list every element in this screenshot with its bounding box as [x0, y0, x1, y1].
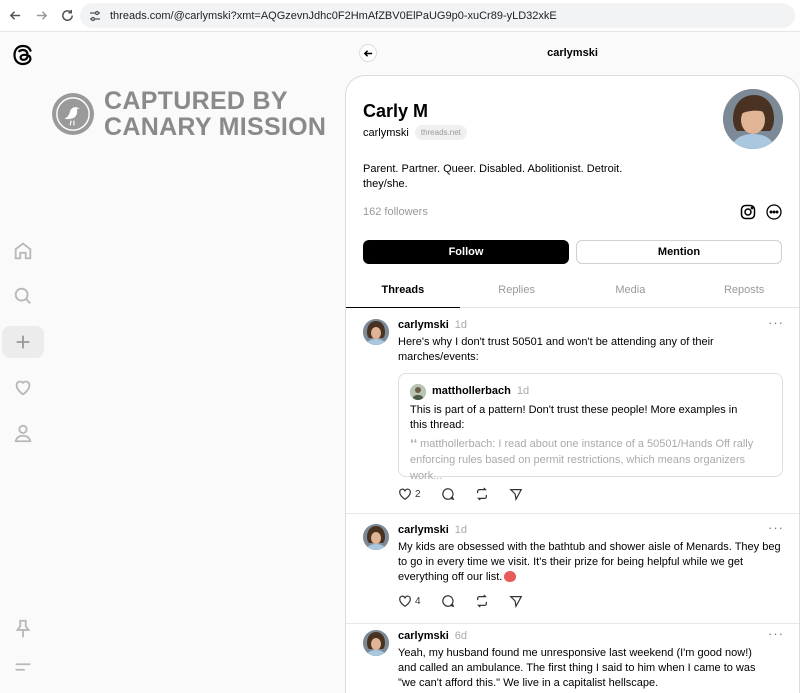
- repost-button[interactable]: [475, 594, 489, 608]
- search-icon[interactable]: [10, 283, 36, 309]
- more-options-icon[interactable]: [766, 204, 782, 220]
- site-settings-icon[interactable]: [88, 9, 102, 23]
- post-username-text[interactable]: carlymski: [398, 319, 449, 331]
- threads-logo-icon[interactable]: [10, 42, 36, 68]
- post-avatar[interactable]: [363, 630, 389, 656]
- thread-post[interactable]: carlymski 1d ··· My kids are obsessed wit…: [346, 520, 799, 624]
- reply-button[interactable]: [441, 487, 455, 501]
- post-text: My kids are obsessed with the bathtub an…: [398, 540, 783, 585]
- follow-button[interactable]: Follow: [363, 240, 569, 264]
- heart-icon[interactable]: [10, 374, 36, 400]
- post-username[interactable]: carlymski 1d: [398, 319, 467, 331]
- post-more-icon[interactable]: ···: [768, 315, 784, 330]
- profile-handle-row: carlymski threads.net: [363, 125, 467, 140]
- profile-handle: carlymski: [363, 126, 409, 139]
- thread-post[interactable]: carlymski 6d ··· Yeah, my husband found m…: [346, 626, 799, 693]
- profile-name: Carly M: [363, 101, 429, 121]
- heart-icon: [399, 488, 411, 500]
- quoted-post-username[interactable]: matthollerbach 1d: [432, 385, 529, 397]
- post-text-body: My kids are obsessed with the bathtub an…: [398, 541, 781, 583]
- post-username[interactable]: carlymski 6d: [398, 630, 467, 642]
- heart-icon: [399, 595, 411, 607]
- share-button[interactable]: [508, 594, 523, 608]
- post-username-text[interactable]: carlymski: [398, 524, 449, 536]
- create-post-button[interactable]: [2, 326, 44, 358]
- threads-net-chip[interactable]: threads.net: [414, 125, 467, 140]
- pin-icon[interactable]: [10, 616, 36, 642]
- post-text: Here's why I don't trust 50501 and won't…: [398, 336, 714, 363]
- url-text: threads.com/@carlymski?xmt=AQGzevnJdhc0F…: [110, 9, 557, 22]
- like-button[interactable]: 4: [398, 594, 421, 608]
- send-icon: [508, 489, 522, 501]
- quoted-post-avatar[interactable]: [410, 384, 426, 400]
- post-more-icon[interactable]: ···: [768, 520, 784, 535]
- reply-button[interactable]: [441, 594, 455, 608]
- reload-icon[interactable]: [54, 3, 80, 29]
- send-icon: [508, 596, 522, 608]
- quoted-username-text[interactable]: matthollerbach: [432, 385, 511, 397]
- post-avatar[interactable]: [363, 524, 389, 550]
- tab-reposts[interactable]: Reposts: [687, 278, 799, 307]
- share-button[interactable]: [508, 487, 523, 501]
- profile-icon[interactable]: [10, 420, 36, 446]
- thread-post[interactable]: carlymski 1d ··· Here's why I don't trust…: [346, 315, 799, 514]
- header-username: carlymski: [547, 47, 598, 59]
- like-count: 2: [415, 488, 421, 500]
- browser-toolbar: threads.com/@carlymski?xmt=AQGzevnJdhc0F…: [0, 0, 800, 32]
- post-username[interactable]: carlymski 1d: [398, 524, 467, 536]
- back-arrow-icon[interactable]: [2, 3, 28, 29]
- tab-threads[interactable]: Threads: [346, 278, 460, 308]
- watermark-line-2: CANARY MISSION: [104, 113, 327, 141]
- watermark-text: CAPTURED BY CANARY MISSION: [104, 88, 326, 140]
- left-navigation-rail: [0, 32, 50, 693]
- plus-icon: [16, 335, 30, 349]
- quoted-post-text: This is part of a pattern! Don't trust t…: [410, 404, 738, 431]
- followers-count[interactable]: 162 followers: [363, 206, 428, 218]
- post-timestamp: 6d: [454, 630, 468, 642]
- repost-button[interactable]: [475, 487, 489, 501]
- post-actions: 2: [398, 487, 543, 501]
- repost-icon: [476, 487, 487, 501]
- watermark-line-1: CAPTURED BY: [104, 87, 288, 115]
- menu-icon[interactable]: [10, 654, 36, 680]
- forward-arrow-icon[interactable]: [28, 3, 54, 29]
- like-count: 4: [415, 595, 421, 607]
- quoted-post-reply-preview: ❛❛ matthollerbach: I read about one inst…: [410, 438, 754, 482]
- profile-avatar[interactable]: [723, 89, 783, 149]
- bio-line-2: they/she.: [363, 178, 408, 190]
- post-more-icon[interactable]: ···: [768, 626, 784, 641]
- post-actions: 4: [398, 594, 543, 608]
- quoted-post[interactable]: matthollerbach 1d This is part of a patte…: [398, 373, 783, 482]
- profile-panel: Carly M carlymski threads.net Parent. Pa…: [345, 75, 800, 693]
- bio-line-1: Parent. Partner. Queer. Disabled. Abolit…: [363, 163, 623, 175]
- tab-replies[interactable]: Replies: [460, 278, 574, 307]
- tab-media[interactable]: Media: [574, 278, 688, 307]
- mention-button[interactable]: Mention: [576, 240, 782, 264]
- emoji-icon: [504, 571, 517, 582]
- address-bar[interactable]: threads.com/@carlymski?xmt=AQGzevnJdhc0F…: [80, 3, 795, 28]
- home-icon[interactable]: [10, 238, 36, 264]
- profile-tabs: Threads Replies Media Reposts: [346, 278, 799, 308]
- canary-mission-watermark: CAPTURED BY CANARY MISSION: [52, 88, 326, 140]
- comment-icon: [441, 595, 454, 608]
- post-timestamp: 1d: [454, 524, 468, 536]
- post-timestamp: 1d: [454, 319, 468, 331]
- canary-bird-logo-icon: [52, 93, 94, 135]
- comment-icon: [441, 488, 454, 501]
- profile-bio: Parent. Partner. Queer. Disabled. Abolit…: [363, 162, 743, 192]
- post-text: Yeah, my husband found me unresponsive l…: [398, 647, 756, 689]
- post-avatar[interactable]: [363, 319, 389, 345]
- quoted-post-timestamp: 1d: [516, 385, 530, 397]
- repost-icon: [476, 594, 487, 608]
- instagram-icon[interactable]: [740, 204, 756, 220]
- profile-header: carlymski: [345, 38, 800, 68]
- like-button[interactable]: 2: [398, 487, 421, 501]
- post-username-text[interactable]: carlymski: [398, 630, 449, 642]
